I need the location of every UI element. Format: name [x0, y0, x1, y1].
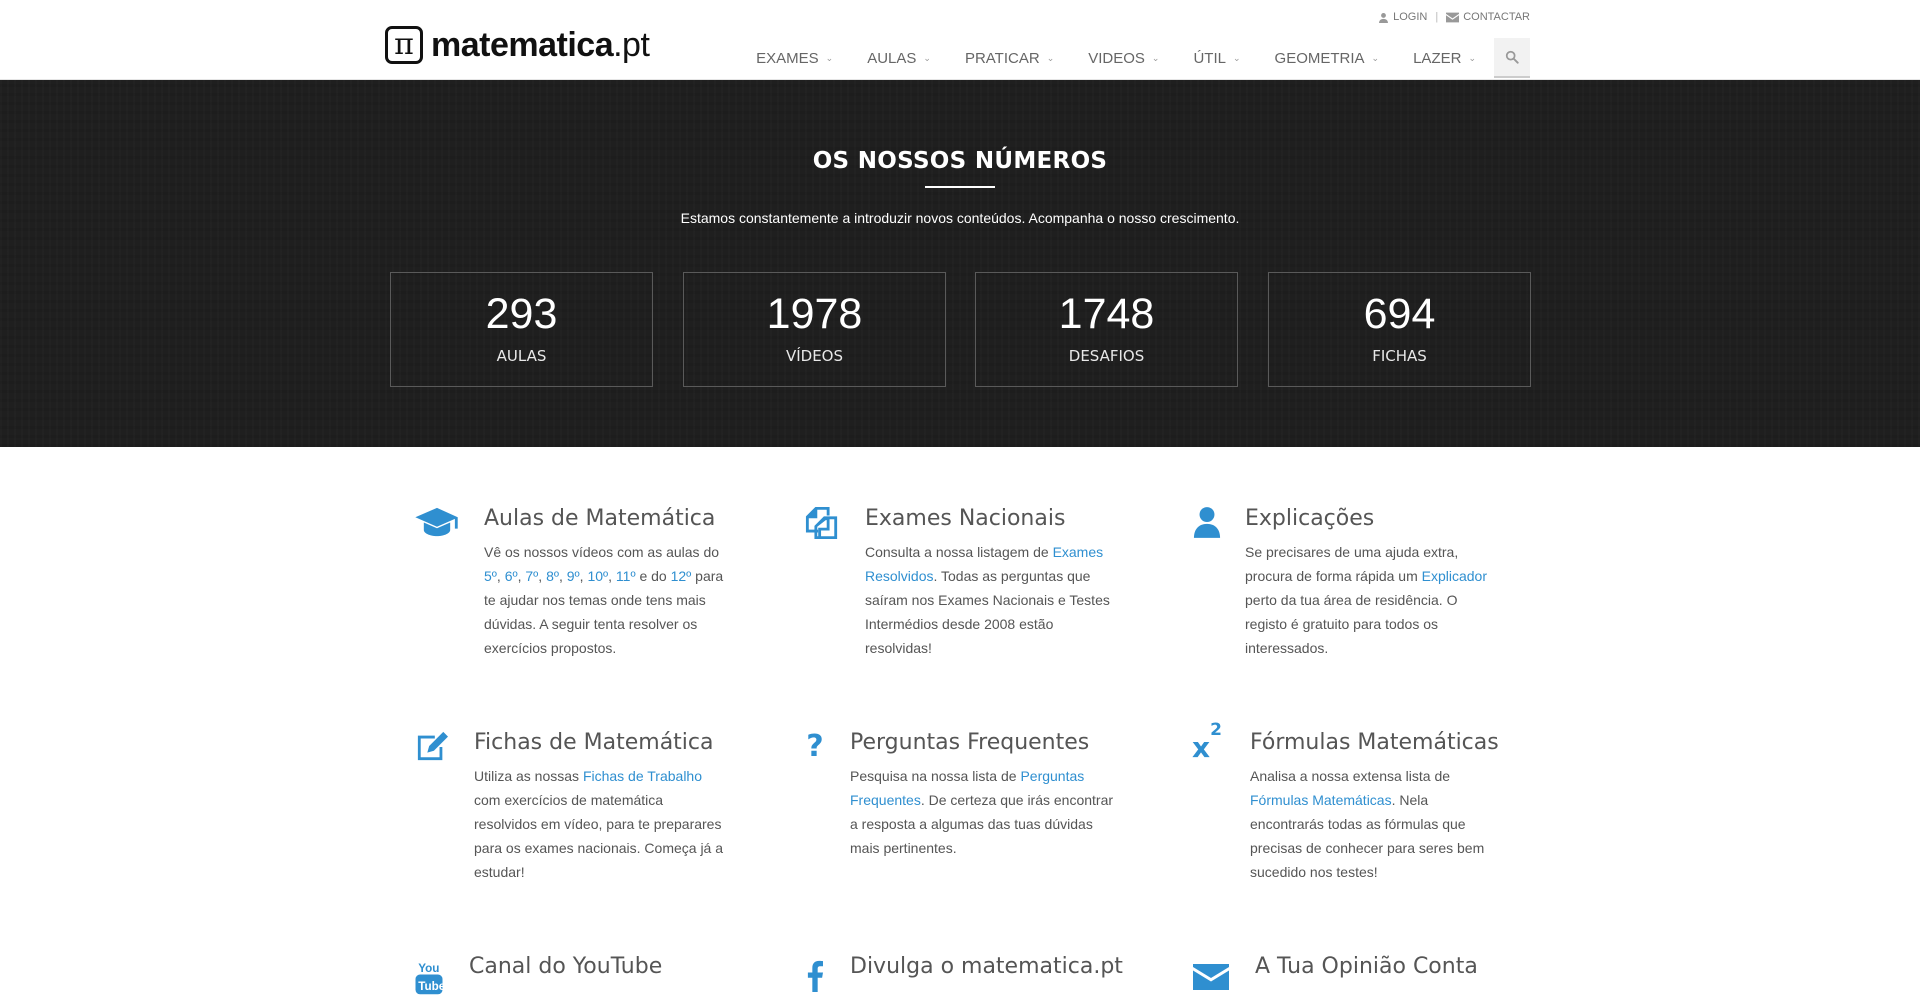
user-icon: [1192, 506, 1222, 546]
link-7-ano[interactable]: 7º: [525, 568, 538, 584]
envelope-icon: [1446, 12, 1460, 22]
top-utility-bar: LOGIN | CONTACTAR: [1378, 11, 1530, 23]
contact-link[interactable]: CONTACTAR: [1446, 11, 1530, 23]
superscript-icon: x2: [1192, 720, 1222, 765]
user-icon: [1379, 12, 1389, 23]
numbers-title: OS NOSSOS NÚMEROS: [812, 148, 1108, 174]
numbers-section: OS NOSSOS NÚMEROS Estamos constantemente…: [0, 80, 1920, 447]
feature-divulga: Divulga o matematica.pt: [802, 954, 1123, 994]
logo-text: matematica.pt: [431, 25, 650, 64]
files-icon: [802, 506, 842, 546]
stat-value: 1748: [1058, 290, 1155, 338]
feature-description: Utiliza as nossas Fichas de Trabalho com…: [474, 768, 724, 880]
chevron-down-icon: ⌄: [1468, 52, 1476, 63]
feature-aulas: Aulas de Matemática Vê os nossos vídeos …: [413, 506, 733, 666]
title-underline: [925, 186, 995, 188]
feature-title: Fórmulas Matemáticas: [1250, 730, 1499, 755]
stat-value: 694: [1363, 290, 1436, 338]
link-6-ano[interactable]: 6º: [505, 568, 518, 584]
link-8-ano[interactable]: 8º: [546, 568, 559, 584]
nav-item-praticar[interactable]: PRATICAR ⌄: [965, 40, 1054, 76]
stat-value: 1978: [766, 290, 863, 338]
stat-box-fichas: 694 FICHAS: [1268, 272, 1531, 387]
stat-label: DESAFIOS: [1068, 347, 1145, 365]
link-10-ano[interactable]: 10º: [587, 568, 608, 584]
nav-item-geometria[interactable]: GEOMETRIA ⌄: [1275, 40, 1380, 76]
link-9-ano[interactable]: 9º: [567, 568, 580, 584]
site-logo[interactable]: π matematica.pt: [385, 25, 650, 65]
edit-icon: [413, 730, 451, 770]
feature-title: Fichas de Matemática: [474, 730, 714, 755]
feature-description: Pesquisa na nossa lista de Perguntas Fre…: [850, 768, 1114, 856]
feature-exames: Exames Nacionais Consulta a nossa listag…: [802, 506, 1122, 666]
nav-item-exames[interactable]: EXAMES ⌄: [756, 40, 833, 76]
stat-label: AULAS: [496, 347, 547, 365]
link-11-ano[interactable]: 11º: [616, 568, 636, 584]
formulas-matematicas-link[interactable]: Fórmulas Matemáticas: [1250, 792, 1392, 808]
stat-label: VÍDEOS: [785, 347, 844, 365]
feature-title: Exames Nacionais: [865, 506, 1066, 531]
feature-description: Se precisares de uma ajuda extra, procur…: [1245, 544, 1488, 656]
feature-perguntas: ? Perguntas Frequentes Pesquisa na nossa…: [802, 730, 1122, 890]
question-icon: ?: [806, 729, 824, 764]
pi-logo-icon: π: [385, 26, 423, 64]
feature-description: Consulta a nossa listagem de Exames Reso…: [865, 544, 1110, 656]
link-12-ano[interactable]: 12º: [671, 568, 692, 584]
stat-box-videos: 1978 VÍDEOS: [683, 272, 946, 387]
feature-title: Perguntas Frequentes: [850, 730, 1090, 755]
feature-title: Canal do YouTube: [469, 954, 663, 979]
nav-item-videos[interactable]: VIDEOS ⌄: [1088, 40, 1159, 76]
stat-box-aulas: 293 AULAS: [390, 272, 653, 387]
chevron-down-icon: ⌄: [923, 52, 931, 63]
feature-description: Analisa a nossa extensa lista de Fórmula…: [1250, 768, 1485, 880]
chevron-down-icon: ⌄: [1232, 52, 1241, 63]
envelope-icon: [1192, 964, 1230, 1004]
svg-text:Tube: Tube: [418, 980, 444, 993]
topbar-separator: |: [1435, 11, 1439, 23]
explicador-link[interactable]: Explicador: [1422, 568, 1487, 584]
feature-description: Vê os nossos vídeos com as aulas do 5º, …: [484, 544, 724, 656]
nav-item-aulas[interactable]: AULAS ⌄: [867, 40, 931, 76]
feature-title: A Tua Opinião Conta: [1255, 954, 1478, 979]
svg-text:You: You: [418, 962, 439, 975]
numbers-subtitle: Estamos constantemente a introduzir novo…: [680, 210, 1240, 226]
stat-label: FICHAS: [1372, 347, 1427, 365]
feature-youtube: You Tube Canal do YouTube: [413, 954, 733, 995]
stat-box-desafios: 1748 DESAFIOS: [975, 272, 1238, 387]
feature-title: Divulga o matematica.pt: [850, 954, 1123, 979]
feature-explicacoes: Explicações Se precisares de uma ajuda e…: [1192, 506, 1522, 666]
feature-fichas: Fichas de Matemática Utiliza as nossas F…: [413, 730, 733, 890]
facebook-icon: [802, 960, 828, 1000]
youtube-icon: You Tube: [413, 959, 445, 999]
nav-item-lazer[interactable]: LAZER ⌄: [1413, 40, 1476, 76]
feature-opiniao: A Tua Opinião Conta: [1192, 954, 1522, 994]
fichas-trabalho-link[interactable]: Fichas de Trabalho: [583, 768, 702, 784]
stat-value: 293: [485, 290, 558, 338]
graduation-cap-icon: [413, 506, 461, 546]
chevron-down-icon: ⌄: [1151, 52, 1160, 63]
chevron-down-icon: ⌄: [825, 52, 834, 63]
link-5-ano[interactable]: 5º: [484, 568, 497, 584]
chevron-down-icon: ⌄: [1046, 52, 1055, 63]
site-header: π matematica.pt LOGIN | CONTACTAR EXAMES…: [0, 0, 1920, 80]
search-button[interactable]: [1494, 38, 1530, 78]
search-icon: [1505, 50, 1519, 64]
feature-title: Explicações: [1245, 506, 1375, 531]
chevron-down-icon: ⌄: [1371, 52, 1380, 63]
login-link[interactable]: LOGIN: [1378, 11, 1427, 23]
main-nav: EXAMES ⌄ AULAS ⌄ PRATICAR ⌄ VIDEOS ⌄ ÚTIL ⌄ G…: [722, 38, 1530, 78]
feature-title: Aulas de Matemática: [484, 506, 716, 531]
nav-item-util[interactable]: ÚTIL ⌄: [1193, 40, 1240, 76]
feature-formulas: x2 Fórmulas Matemáticas Analisa a nossa …: [1192, 720, 1522, 890]
